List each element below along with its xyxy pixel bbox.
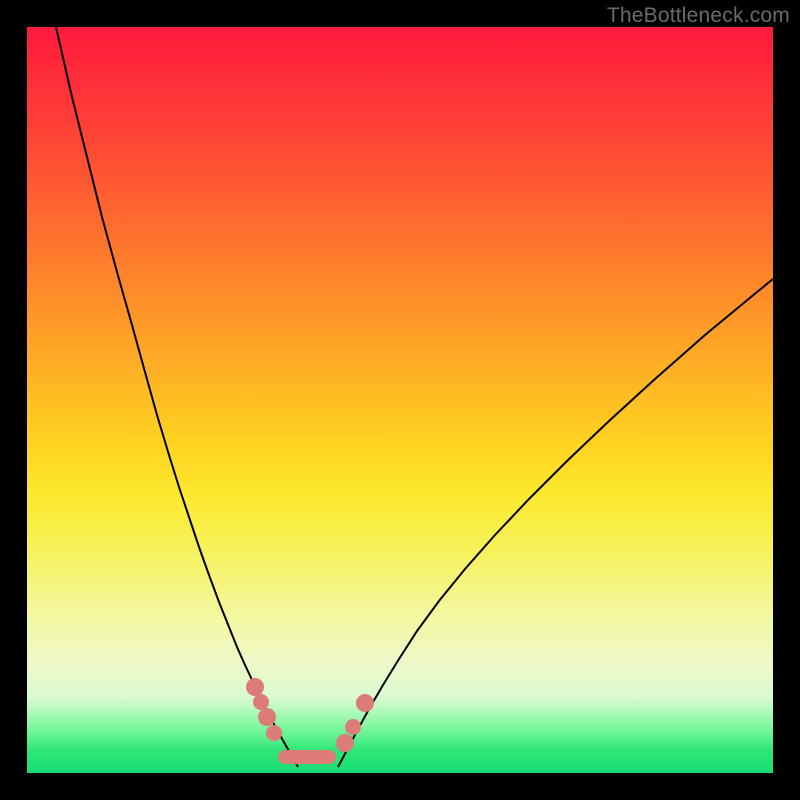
marker-dot bbox=[336, 734, 354, 752]
marker-dot bbox=[266, 725, 282, 741]
chart-svg bbox=[27, 27, 773, 773]
watermark-text: TheBottleneck.com bbox=[607, 4, 790, 28]
marker-dot bbox=[253, 694, 269, 710]
marker-dot bbox=[246, 678, 264, 696]
chart-outer-frame: TheBottleneck.com bbox=[0, 0, 800, 800]
marker-dot bbox=[345, 719, 361, 735]
marker-dot bbox=[356, 694, 374, 712]
marker-dot bbox=[258, 708, 276, 726]
chart-plot-area bbox=[27, 27, 773, 773]
marker-group bbox=[246, 678, 374, 757]
curve-right bbox=[338, 279, 773, 767]
curve-left bbox=[56, 27, 298, 767]
